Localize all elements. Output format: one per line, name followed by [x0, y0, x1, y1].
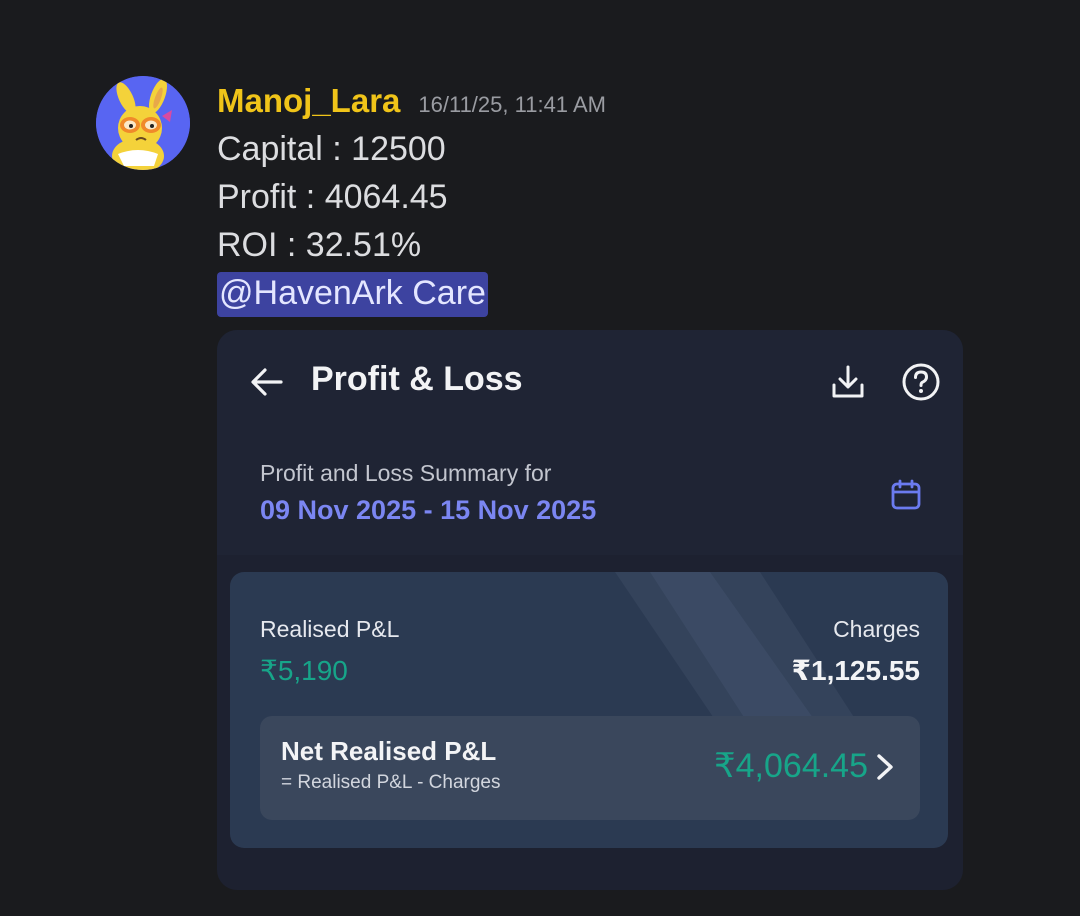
user-avatar[interactable] — [96, 76, 190, 170]
pnl-header-panel: Profit & Loss Profit and Loss Summary fo… — [217, 330, 963, 555]
net-realised-pnl-label: Net Realised P&L — [281, 736, 497, 766]
calendar-icon[interactable] — [889, 478, 923, 512]
chat-message: Manoj_Lara 16/11/25, 11:41 AM Capital : … — [0, 0, 1080, 916]
message-line-profit: Profit : 4064.45 — [217, 178, 448, 216]
question-circle-icon[interactable] — [901, 362, 941, 402]
charges-label: Charges — [833, 616, 920, 642]
message-line-roi: ROI : 32.51% — [217, 226, 422, 264]
summary-date-range[interactable]: 09 Nov 2025 - 15 Nov 2025 — [260, 495, 596, 526]
summary-label: Profit and Loss Summary for — [260, 460, 552, 486]
realised-pnl-value: ₹5,190 — [260, 655, 348, 686]
message-header: Manoj_Lara 16/11/25, 11:41 AM — [217, 82, 606, 120]
pnl-summary-card: Realised P&L ₹5,190 Charges ₹1,125.55 Ne… — [230, 572, 948, 848]
message-timestamp: 16/11/25, 11:41 AM — [418, 92, 606, 117]
rabbit-mascot-icon — [96, 76, 190, 170]
download-icon[interactable] — [829, 363, 867, 401]
user-mention[interactable]: @HavenArk Care — [217, 272, 488, 317]
username[interactable]: Manoj_Lara — [217, 82, 400, 120]
charges-value: ₹1,125.55 — [791, 655, 920, 686]
net-realised-pnl-value: ₹4,064.45 — [714, 747, 868, 785]
chevron-right-icon[interactable] — [872, 752, 898, 782]
message-line-capital: Capital : 12500 — [217, 130, 446, 168]
arrow-left-icon[interactable] — [249, 364, 285, 400]
net-realised-pnl-row[interactable]: Net Realised P&L = Realised P&L - Charge… — [260, 716, 920, 820]
pnl-screenshot-embed[interactable]: Profit & Loss Profit and Loss Summary fo… — [217, 330, 963, 890]
page-title: Profit & Loss — [311, 360, 523, 398]
net-realised-pnl-formula: = Realised P&L - Charges — [281, 772, 501, 793]
realised-pnl-label: Realised P&L — [260, 616, 400, 642]
